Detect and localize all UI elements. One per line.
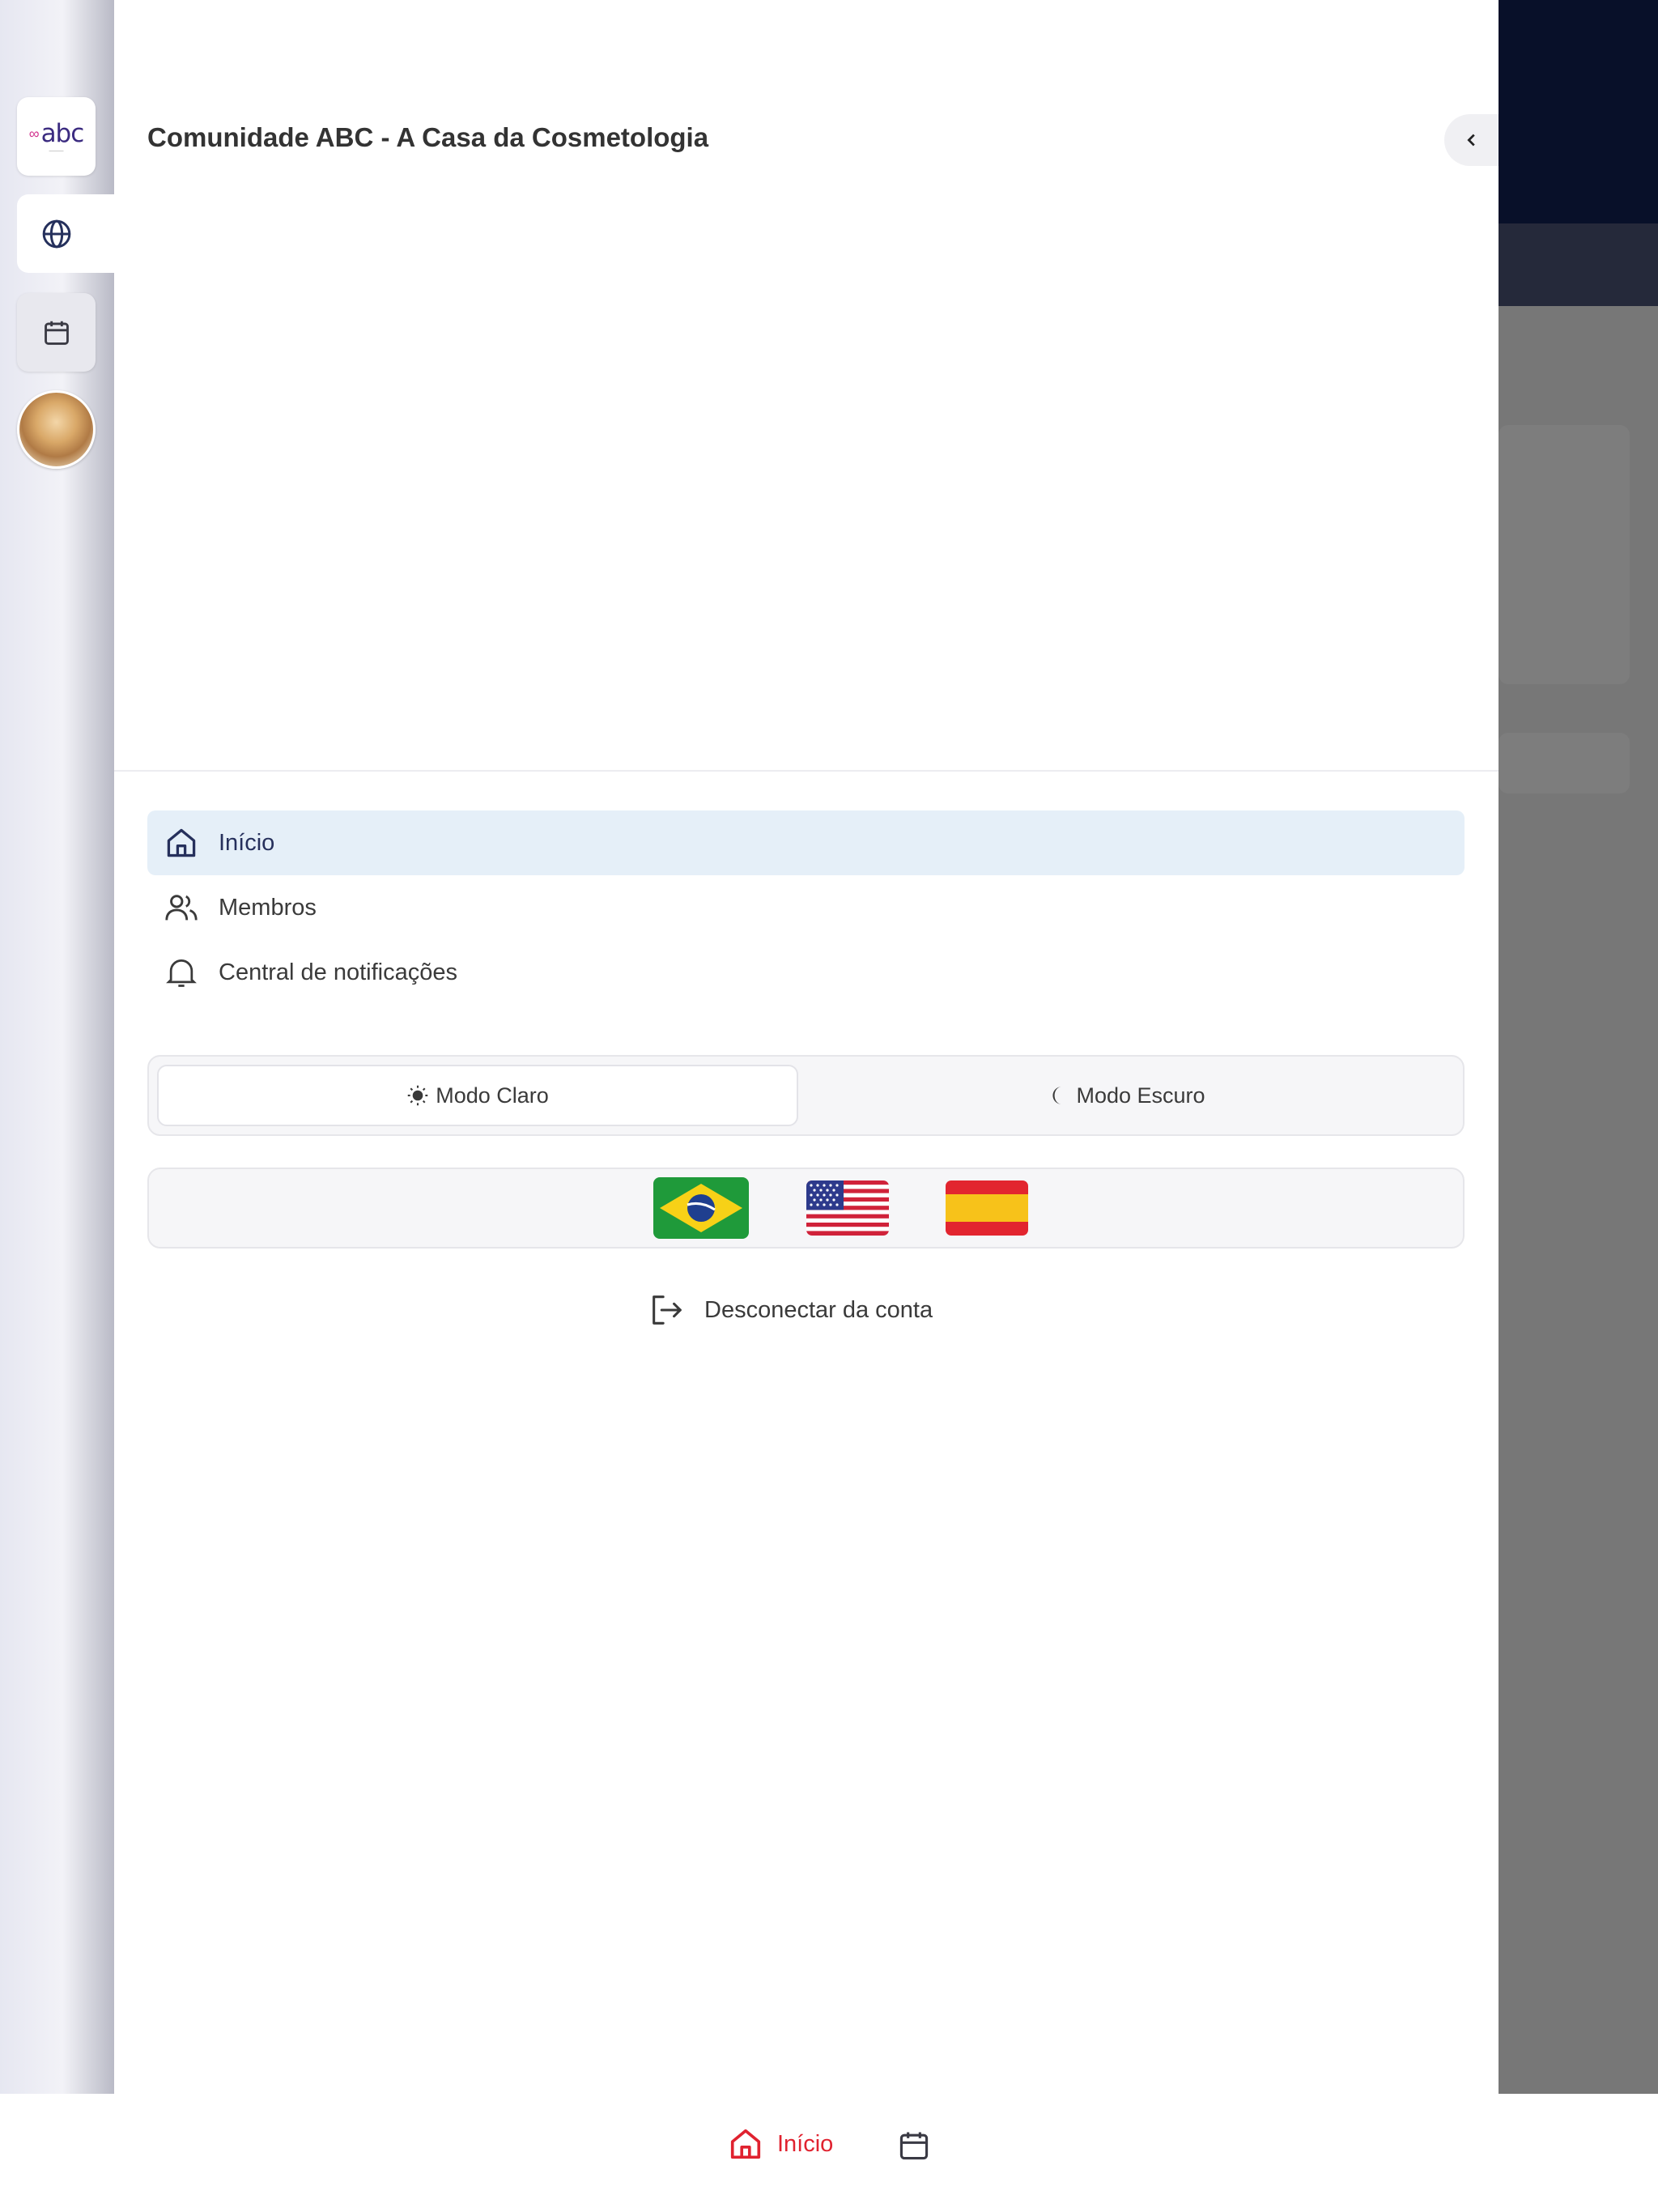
logout-button[interactable]: Desconectar da conta (648, 1291, 933, 1329)
globe-icon (40, 218, 73, 250)
bottom-tab-label: Início (777, 2130, 834, 2157)
calendar-icon (41, 317, 72, 348)
bottom-tab-inicio[interactable]: Início (727, 2125, 833, 2163)
nav-item-inicio[interactable]: Início (147, 810, 1465, 875)
abc-logo-button[interactable]: ∞ abc ——— (17, 97, 96, 176)
nav-item-label: Membros (219, 894, 317, 921)
community-title: Comunidade ABC - A Casa da Cosmetologia (147, 122, 709, 152)
background-subheader (1499, 223, 1658, 306)
logo-underline: ——— (49, 149, 64, 154)
light-mode-label: Modo Claro (436, 1083, 549, 1108)
home-icon (162, 823, 201, 862)
theme-switch: Modo Claro Modo Escuro (147, 1055, 1465, 1136)
calendar-icon (896, 2128, 932, 2163)
rail-globe-button[interactable] (17, 194, 114, 273)
bell-icon (162, 953, 201, 992)
users-icon (162, 888, 201, 927)
chevron-left-icon (1463, 131, 1481, 149)
brazil-flag-icon[interactable] (653, 1177, 749, 1243)
usa-flag-icon[interactable] (806, 1180, 889, 1240)
abc-logo: ∞ abc (28, 119, 85, 148)
dark-mode-label: Modo Escuro (1076, 1083, 1205, 1108)
logout-icon (648, 1291, 685, 1329)
app-screen: ∞ abc ——— Comunidade ABC - A Casa da Cos… (0, 0, 1658, 2212)
nav-item-label: Início (219, 829, 275, 856)
bottom-tab-calendar[interactable] (896, 2128, 932, 2163)
logo-text: abc (40, 119, 85, 148)
collapse-drawer-button[interactable] (1444, 114, 1499, 166)
logout-label: Desconectar da conta (704, 1296, 933, 1323)
nav-item-label: Central de notificações (219, 959, 457, 985)
avatar[interactable] (17, 390, 96, 469)
logo-mark-icon: ∞ (28, 125, 40, 142)
spain-flag-icon[interactable] (946, 1180, 1028, 1240)
background-card (1499, 733, 1630, 793)
rail-calendar-button[interactable] (17, 293, 96, 372)
dark-mode-button[interactable]: Modo Escuro (806, 1065, 1448, 1126)
divider (114, 770, 1499, 772)
nav-item-notificacoes[interactable]: Central de notificações (147, 940, 1465, 1005)
moon-icon (1048, 1084, 1069, 1107)
light-mode-button[interactable]: Modo Claro (157, 1065, 798, 1126)
nav-item-membros[interactable]: Membros (147, 875, 1465, 940)
background-card (1499, 425, 1630, 684)
language-selector (147, 1168, 1465, 1249)
background-header (1499, 0, 1658, 223)
sun-icon (406, 1084, 429, 1107)
home-icon (727, 2125, 764, 2163)
community-rail: ∞ abc ——— (0, 0, 114, 2094)
navigation-drawer: Comunidade ABC - A Casa da Cosmetologia … (114, 0, 1499, 2094)
